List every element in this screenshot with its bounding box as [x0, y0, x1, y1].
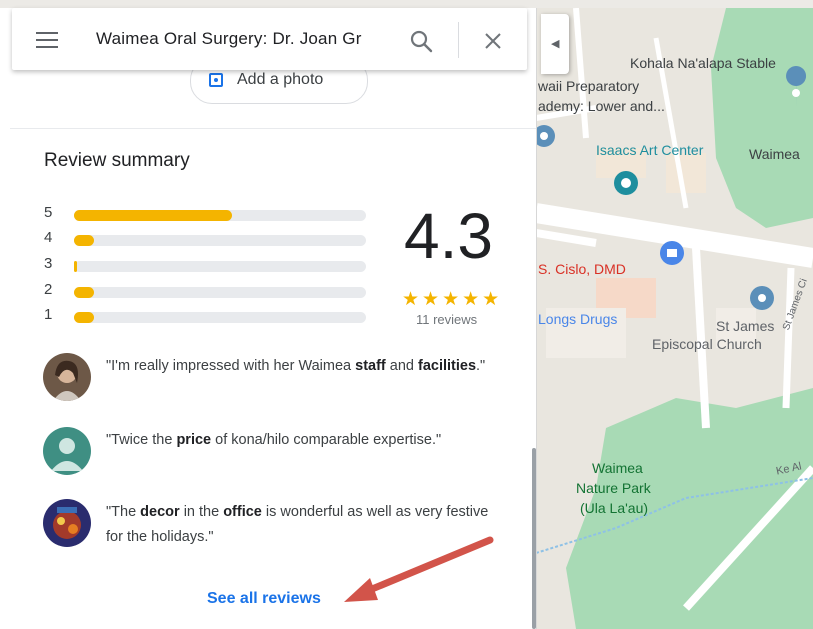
review-count[interactable]: 11 reviews: [416, 312, 477, 327]
menu-icon[interactable]: [36, 32, 58, 48]
section-divider: [10, 128, 536, 129]
search-input[interactable]: Waimea Oral Surgery: Dr. Joan Gr: [96, 29, 388, 53]
add-photo-label: Add a photo: [237, 71, 324, 88]
collapse-panel-button[interactable]: ◀: [541, 14, 569, 74]
pin-st-james[interactable]: [750, 286, 774, 310]
map-label-kohala: Kohala Na'alapa Stable: [630, 55, 776, 71]
search-icon[interactable]: [408, 28, 434, 54]
scrollbar[interactable]: [532, 448, 536, 629]
review-snippet[interactable]: "I'm really impressed with her Waimea st…: [106, 354, 504, 379]
map-label-hawaii-prep-1: waii Preparatory: [538, 78, 640, 94]
rating-bar-fill: [74, 210, 232, 221]
rating-row-2: 2: [44, 281, 374, 301]
rating-bar-fill: [74, 287, 94, 298]
map-label-park-1: Waimea: [592, 460, 643, 476]
map-label-waimea-right: Waimea: [749, 146, 800, 162]
map-label-isaacs: Isaacs Art Center: [596, 142, 704, 158]
map-label-st-james-1: St James: [716, 318, 775, 334]
rating-row-4: 4: [44, 229, 374, 249]
map-label-st-james-2: Episcopal Church: [652, 336, 762, 352]
pin-cislo[interactable]: [660, 241, 684, 265]
rating-row-1: 1: [44, 306, 374, 326]
rating-row-label: 3: [44, 255, 53, 272]
review-snippet-text: "Twice the price of kona/hilo comparable…: [106, 432, 442, 448]
see-all-reviews-link[interactable]: See all reviews: [207, 590, 321, 608]
rating-bar-fill: [74, 312, 94, 323]
map-label-park-2: Nature Park: [576, 480, 651, 496]
rating-row-3: 3: [44, 255, 374, 275]
add-photo-icon: [209, 73, 223, 87]
rating-bar-fill: [74, 261, 77, 272]
rating-bar-track: [74, 210, 366, 221]
map-label-cislo: S. Cislo, DMD: [538, 261, 626, 277]
rating-bar-track: [74, 312, 366, 323]
rating-bar-fill: [74, 235, 94, 246]
top-edge: [0, 0, 813, 8]
annotation-arrow: [344, 536, 494, 602]
map-label-longs: Longs Drugs: [538, 311, 618, 327]
review-snippet[interactable]: "Twice the price of kona/hilo comparable…: [106, 428, 504, 453]
rating-bar-track: [74, 287, 366, 298]
maps-window: Kohala Na'alapa Stable waii Preparatory …: [0, 0, 813, 629]
search-bar: Waimea Oral Surgery: Dr. Joan Gr: [12, 8, 527, 70]
pin-isaacs[interactable]: [614, 171, 638, 195]
rating-row-label: 4: [44, 229, 53, 246]
rating-row-label: 1: [44, 306, 53, 323]
map-canvas[interactable]: Kohala Na'alapa Stable waii Preparatory …: [536, 8, 813, 629]
average-rating: 4.3: [404, 200, 493, 272]
rating-row-label: 2: [44, 281, 53, 298]
rating-bar-track: [74, 235, 366, 246]
map-label-park-3: (Ula La'au): [580, 500, 649, 516]
rating-row-5: 5: [44, 204, 374, 224]
review-snippet-text: "I'm really impressed with her Waimea st…: [106, 358, 486, 374]
search-divider: [458, 22, 459, 58]
chevron-left-icon: ◀: [551, 38, 560, 50]
map-label-hawaii-prep-2: ademy: Lower and...: [538, 98, 665, 114]
avatar[interactable]: [43, 427, 91, 475]
rating-row-label: 5: [44, 204, 53, 221]
avatar[interactable]: [43, 499, 91, 547]
review-summary-title: Review summary: [44, 150, 190, 171]
close-icon[interactable]: [482, 30, 504, 52]
avatar[interactable]: [43, 353, 91, 401]
rating-bar-track: [74, 261, 366, 272]
star-rating-icon: ★★★★★: [402, 289, 503, 310]
